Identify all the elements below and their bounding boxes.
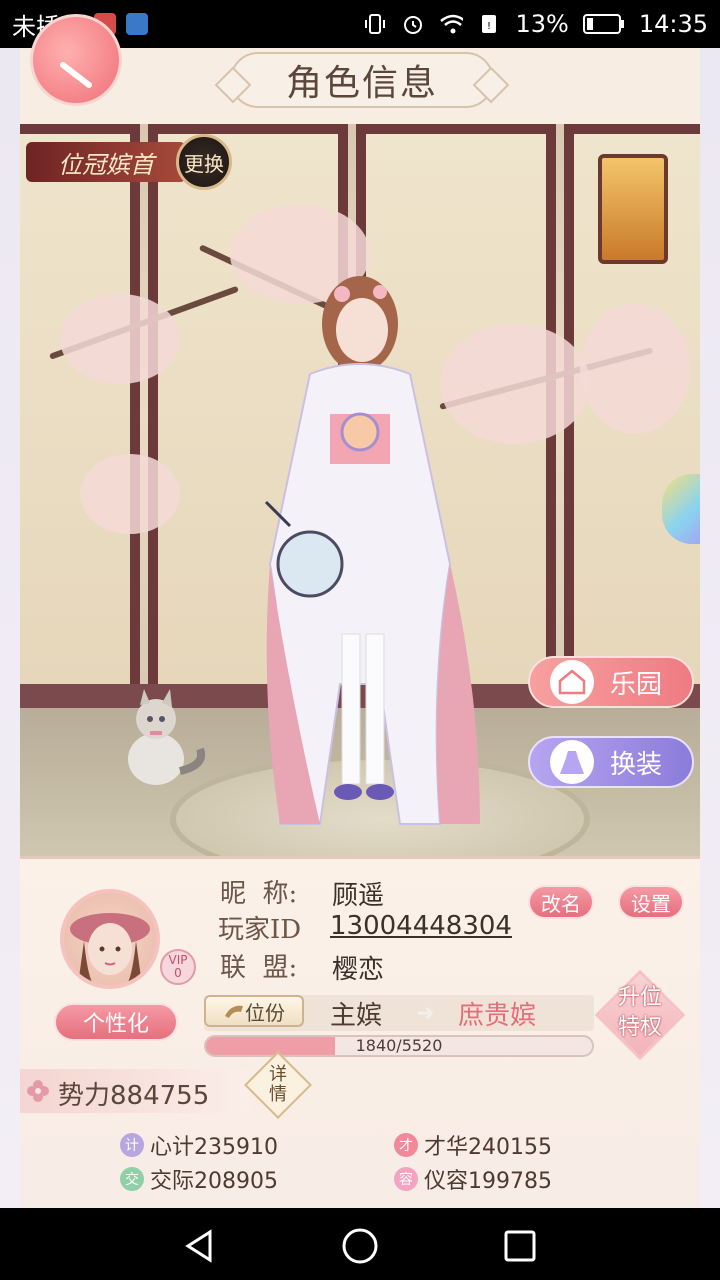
palace-lantern (598, 154, 668, 264)
stat-text: 心计235910 (150, 1135, 278, 1160)
stat-text: 才华240155 (424, 1135, 552, 1160)
house-icon (550, 660, 594, 704)
clock-time: 14:35 (638, 10, 708, 38)
park-button[interactable]: 乐园 (528, 656, 694, 708)
dress-up-button[interactable]: 换装 (528, 736, 694, 788)
detail-label: 详 情 (258, 1065, 298, 1105)
player-id-value[interactable]: 13004448304 (330, 911, 512, 941)
alliance-value: 樱恋 (332, 955, 385, 985)
header: 角色信息 (20, 14, 700, 124)
character-figure[interactable] (230, 264, 490, 844)
scroll-icon (225, 1005, 243, 1018)
back-button[interactable] (30, 14, 122, 106)
rank-progress-text: 1840/5520 (355, 1036, 443, 1055)
stat-badge: 容 (394, 1167, 418, 1191)
wifi-icon (439, 12, 464, 36)
vip-level: 0 (174, 966, 182, 980)
back-triangle-icon (185, 1229, 212, 1263)
back-arrow-icon (60, 62, 92, 88)
settings-button[interactable]: 设置 (618, 885, 684, 919)
role-info-frame: 角色信息 位冠嫔首 更换 乐园 换装 VIP 0 昵 称: 顾遥 玩家ID 13… (20, 14, 700, 1208)
rename-button[interactable]: 改名 (528, 885, 594, 919)
recents-nav-button[interactable] (500, 1226, 540, 1266)
svg-text:!: ! (487, 21, 491, 32)
alarm-icon (401, 12, 425, 36)
blossom-cluster (80, 454, 180, 534)
player-info-panel: VIP 0 昵 称: 顾遥 玩家ID 13004448304 联 盟: 樱恋 改… (20, 856, 700, 1208)
power-value: 势力884755 (58, 1081, 210, 1111)
dress-up-label: 换装 (610, 749, 663, 780)
rank-title-badge: 位冠嫔首 更换 (26, 134, 246, 190)
alliance-label: 联 盟: (220, 953, 298, 983)
stat-text: 仪容199785 (424, 1169, 552, 1194)
recents-square-icon (504, 1230, 536, 1262)
home-circle-icon (342, 1228, 378, 1264)
stat-social: 交 交际208905 (120, 1163, 278, 1195)
detail-line1: 详 (269, 1064, 287, 1085)
page-title: 角色信息 (285, 63, 438, 104)
rank-progress-bar: 1840/5520 (204, 1035, 594, 1057)
title-plate: 角色信息 (230, 52, 494, 108)
personalize-button[interactable]: 个性化 (54, 1003, 178, 1041)
flower-icon (27, 1080, 49, 1102)
upgrade-line2: 特权 (617, 1015, 662, 1040)
player-id-label: 玩家ID (218, 915, 302, 945)
stat-talent: 才 才华240155 (394, 1129, 552, 1161)
rank-row: 位份 主嫔 ➜ 庶贵嫔 (204, 995, 594, 1031)
stat-badge: 计 (120, 1133, 144, 1157)
dress-icon (550, 740, 594, 784)
vibrate-icon (363, 12, 387, 36)
sim-icon: ! (477, 12, 501, 36)
app-area: 角色信息 位冠嫔首 更换 乐园 换装 VIP 0 昵 称: 顾遥 玩家ID 13… (0, 14, 720, 1208)
system-nav-bar (0, 1208, 720, 1280)
blossom-cluster (580, 304, 690, 434)
next-rank: 庶贵嫔 (458, 1001, 537, 1031)
stat-badge: 才 (394, 1133, 418, 1157)
stat-text: 交际208905 (150, 1169, 278, 1194)
park-label: 乐园 (610, 669, 663, 700)
upgrade-line1: 升位 (617, 985, 662, 1010)
avatar[interactable] (60, 889, 160, 989)
arrow-right-icon: ➜ (416, 1001, 435, 1026)
gallery-app-icon (126, 13, 148, 35)
back-nav-button[interactable] (180, 1226, 220, 1266)
vip-badge[interactable]: VIP 0 (160, 949, 196, 985)
stat-appearance: 容 仪容199785 (394, 1163, 552, 1195)
upgrade-privilege-label: 升位 特权 (598, 983, 682, 1049)
rank-chip: 位份 (204, 995, 304, 1027)
detail-line2: 情 (269, 1084, 287, 1105)
rank-title-text: 位冠嫔首 (26, 142, 186, 182)
nickname-value: 顾遥 (332, 881, 385, 911)
folding-screen-panel (20, 124, 140, 684)
home-nav-button[interactable] (340, 1226, 380, 1266)
rank-chip-label: 位份 (245, 1000, 285, 1025)
change-title-button[interactable]: 更换 (176, 134, 232, 190)
nickname-label: 昵 称: (220, 879, 298, 909)
pet-cat[interactable] (110, 679, 210, 789)
blossom-cluster (60, 294, 180, 384)
current-rank: 主嫔 (330, 1001, 383, 1031)
battery-icon (582, 12, 625, 36)
power-bar: 势力884755 (20, 1069, 250, 1113)
stat-badge: 交 (120, 1167, 144, 1191)
character-scene: 位冠嫔首 更换 乐园 换装 (20, 124, 700, 856)
battery-percent: 13% (515, 10, 569, 38)
stat-scheming: 计 心计235910 (120, 1129, 278, 1161)
